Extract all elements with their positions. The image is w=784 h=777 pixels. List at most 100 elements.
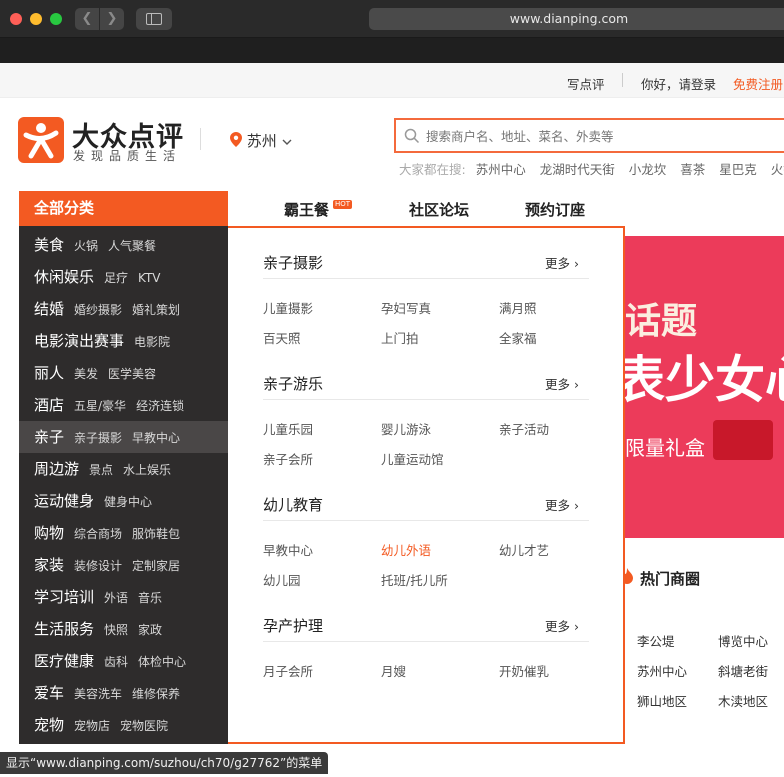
- category-shenghuo[interactable]: 生活服务 快照 家政: [19, 613, 228, 645]
- subcategory-link[interactable]: 齿科: [104, 655, 128, 669]
- forward-button[interactable]: ❯: [100, 8, 124, 30]
- submenu-item[interactable]: 亲子活动: [499, 419, 549, 438]
- subcategory-link[interactable]: 婚礼策划: [132, 303, 180, 317]
- search-input[interactable]: [426, 126, 776, 146]
- subcategory-link[interactable]: 服饰鞋包: [132, 527, 180, 541]
- category-aiche[interactable]: 爱车 美容洗车 维修保养: [19, 677, 228, 709]
- category-yundong[interactable]: 运动健身 健身中心: [19, 485, 228, 517]
- subcategory-link[interactable]: 宠物店: [74, 719, 110, 733]
- subcategory-link[interactable]: 水上娱乐: [123, 463, 171, 477]
- logo-icon[interactable]: [18, 117, 64, 163]
- subcategory-link[interactable]: 五星/豪华: [74, 399, 126, 413]
- subcategory-link[interactable]: 景点: [89, 463, 113, 477]
- register-link[interactable]: 免费注册: [733, 74, 783, 93]
- subcategory-link[interactable]: 音乐: [138, 591, 162, 605]
- subcategory-link[interactable]: 人气聚餐: [108, 239, 156, 253]
- nav-link-bawangcan[interactable]: 霸王餐: [284, 199, 329, 220]
- subcategory-link[interactable]: 医学美容: [108, 367, 156, 381]
- subcategory-link[interactable]: 维修保养: [132, 687, 180, 701]
- category-chongwu[interactable]: 宠物 宠物店 宠物医院: [19, 709, 228, 741]
- hot-mall-link[interactable]: 苏州中心: [637, 661, 687, 680]
- category-meishi[interactable]: 美食 火锅 人气聚餐: [19, 229, 228, 261]
- subcategory-link[interactable]: 健身中心: [104, 495, 152, 509]
- submenu-item[interactable]: 上门拍: [381, 328, 419, 347]
- subcategory-link[interactable]: 美发: [74, 367, 98, 381]
- close-window-button[interactable]: [10, 13, 22, 25]
- more-link[interactable]: 更多 ›: [545, 495, 579, 514]
- hot-search-term[interactable]: 苏州中心: [476, 162, 526, 177]
- subcategory-link[interactable]: 家政: [138, 623, 162, 637]
- submenu-item[interactable]: 幼儿才艺: [499, 540, 549, 559]
- hot-search-term[interactable]: 星巴克: [719, 162, 757, 177]
- submenu-item[interactable]: 托班/托儿所: [381, 570, 448, 589]
- category-qinzi[interactable]: 亲子 亲子摄影 早教中心: [19, 421, 228, 453]
- sidebar-toggle-button[interactable]: [136, 8, 172, 30]
- category-jiehun[interactable]: 结婚 婚纱摄影 婚礼策划: [19, 293, 228, 325]
- subcategory-link[interactable]: 宠物医院: [120, 719, 168, 733]
- subcategory-link[interactable]: 装修设计: [74, 559, 122, 573]
- subcategory-link[interactable]: 定制家居: [132, 559, 180, 573]
- submenu-item[interactable]: 早教中心: [263, 540, 313, 559]
- section-title[interactable]: 孕产护理: [263, 615, 323, 636]
- more-link[interactable]: 更多 ›: [545, 616, 579, 635]
- category-yiliao[interactable]: 医疗健康 齿科 体检中心: [19, 645, 228, 677]
- submenu-item[interactable]: 亲子会所: [263, 449, 313, 468]
- hot-search-term[interactable]: 小龙坎: [629, 162, 667, 177]
- hot-mall-link[interactable]: 斜塘老街: [718, 661, 768, 680]
- category-jiazhuang[interactable]: 家装 装修设计 定制家居: [19, 549, 228, 581]
- subcategory-link[interactable]: 足疗: [104, 271, 128, 285]
- subcategory-link[interactable]: 经济连锁: [136, 399, 184, 413]
- hot-search-term[interactable]: 喜茶: [680, 162, 705, 177]
- more-link[interactable]: 更多 ›: [545, 253, 579, 272]
- subcategory-link[interactable]: 火锅: [74, 239, 98, 253]
- write-review-link[interactable]: 写点评: [567, 74, 605, 93]
- hot-search-term[interactable]: 龙湖时代天街: [540, 162, 615, 177]
- subcategory-link[interactable]: 体检中心: [138, 655, 186, 669]
- back-button[interactable]: ❮: [75, 8, 99, 30]
- submenu-item[interactable]: 儿童运动馆: [381, 449, 444, 468]
- nav-link-reservation[interactable]: 预约订座: [525, 199, 585, 220]
- subcategory-link[interactable]: 外语: [104, 591, 128, 605]
- submenu-item[interactable]: 月子会所: [263, 661, 313, 680]
- subcategory-link[interactable]: 快照: [104, 623, 128, 637]
- submenu-item[interactable]: 儿童摄影: [263, 298, 313, 317]
- nav-link-forum[interactable]: 社区论坛: [409, 199, 469, 220]
- category-liren[interactable]: 丽人 美发 医学美容: [19, 357, 228, 389]
- submenu-item[interactable]: 百天照: [263, 328, 301, 347]
- hot-mall-link[interactable]: 李公堤: [637, 631, 675, 650]
- hot-mall-link[interactable]: 狮山地区: [637, 691, 687, 710]
- hot-search-term[interactable]: 火锅: [771, 162, 784, 177]
- submenu-item[interactable]: 儿童乐园: [263, 419, 313, 438]
- hot-mall-link[interactable]: 博览中心: [718, 631, 768, 650]
- category-dianying[interactable]: 电影演出赛事 电影院: [19, 325, 228, 357]
- subcategory-link[interactable]: 婚纱摄影: [74, 303, 122, 317]
- section-title[interactable]: 幼儿教育: [263, 494, 323, 515]
- submenu-item[interactable]: 满月照: [499, 298, 537, 317]
- subcategory-link[interactable]: 早教中心: [132, 431, 180, 445]
- subcategory-link[interactable]: 综合商场: [74, 527, 122, 541]
- subcategory-link[interactable]: 美容洗车: [74, 687, 122, 701]
- submenu-item-hovered[interactable]: 幼儿外语: [381, 540, 431, 559]
- address-bar[interactable]: www.dianping.com: [369, 8, 784, 30]
- search-box[interactable]: [394, 118, 784, 153]
- hot-mall-link[interactable]: 木渎地区: [718, 691, 768, 710]
- submenu-item[interactable]: 月嫂: [381, 661, 406, 680]
- zoom-window-button[interactable]: [50, 13, 62, 25]
- all-categories-button[interactable]: 全部分类: [19, 191, 228, 226]
- category-xiuxian[interactable]: 休闲娱乐 足疗 KTV: [19, 261, 228, 293]
- login-link[interactable]: 你好，请登录: [641, 74, 716, 93]
- category-xuexi[interactable]: 学习培训 外语 音乐: [19, 581, 228, 613]
- category-jiudian[interactable]: 酒店 五星/豪华 经济连锁: [19, 389, 228, 421]
- section-title[interactable]: 亲子游乐: [263, 373, 323, 394]
- section-title[interactable]: 亲子摄影: [263, 252, 323, 273]
- submenu-item[interactable]: 孕妇写真: [381, 298, 431, 317]
- minimize-window-button[interactable]: [30, 13, 42, 25]
- subcategory-link[interactable]: 电影院: [134, 335, 170, 349]
- subcategory-link[interactable]: KTV: [138, 271, 160, 285]
- submenu-item[interactable]: 开奶催乳: [499, 661, 549, 680]
- subcategory-link[interactable]: 亲子摄影: [74, 431, 122, 445]
- more-link[interactable]: 更多 ›: [545, 374, 579, 393]
- city-selector[interactable]: 苏州: [230, 130, 292, 151]
- submenu-item[interactable]: 婴儿游泳: [381, 419, 431, 438]
- submenu-item[interactable]: 幼儿园: [263, 570, 301, 589]
